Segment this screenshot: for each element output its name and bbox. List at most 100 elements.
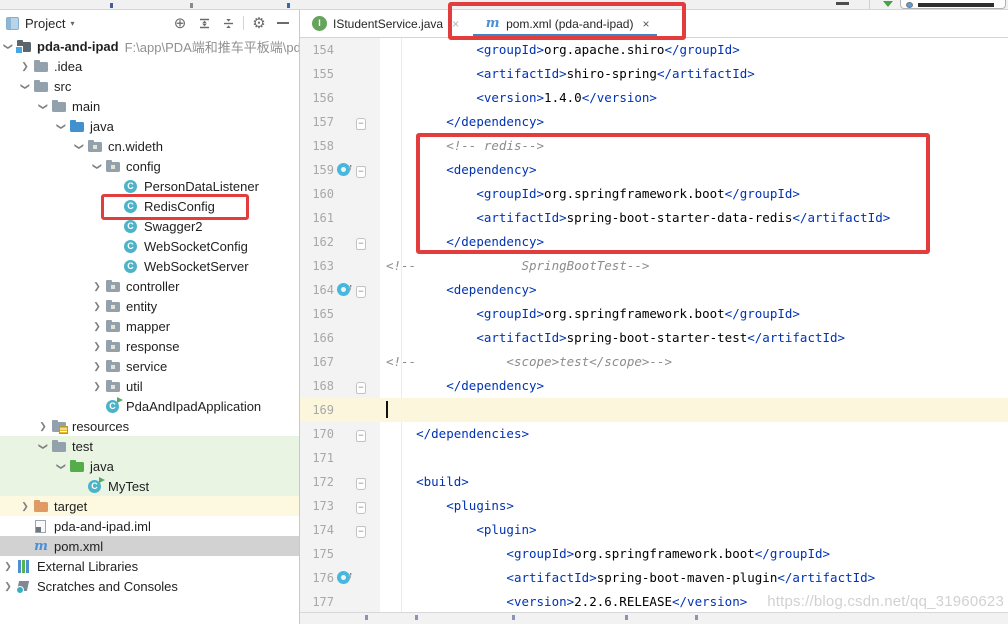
tree-row-websocketserver[interactable]: C WebSocketServer (0, 256, 299, 276)
fold-marker-slot[interactable] (356, 38, 374, 62)
chevron-icon[interactable]: ❯ (38, 98, 49, 114)
fold-marker-slot[interactable]: − (356, 278, 374, 302)
chevron-down-icon[interactable]: ▾ (70, 19, 74, 28)
project-panel-title[interactable]: Project (25, 16, 65, 31)
code-line-160[interactable]: 160 <groupId>org.springframework.boot</g… (300, 182, 1008, 206)
fold-marker-icon[interactable]: − (356, 166, 366, 178)
code-line-171[interactable]: 171 (300, 446, 1008, 470)
fold-marker-slot[interactable]: − (356, 422, 374, 446)
fold-marker-slot[interactable] (356, 86, 374, 110)
fold-marker-slot[interactable] (356, 566, 374, 590)
fold-marker-icon[interactable]: − (356, 118, 366, 130)
fold-marker-slot[interactable] (356, 206, 374, 230)
fold-marker-slot[interactable] (356, 302, 374, 326)
fold-marker-slot[interactable]: − (356, 230, 374, 254)
fold-marker-icon[interactable]: − (356, 286, 366, 298)
expand-all-icon[interactable] (192, 13, 216, 33)
tree-row-entity[interactable]: ❯ entity (0, 296, 299, 316)
fold-marker-slot[interactable]: − (356, 158, 374, 182)
code-line-163[interactable]: 163 <!-- SpringBootTest--> (300, 254, 1008, 278)
tree-row-config[interactable]: ❯ config (0, 156, 299, 176)
chevron-icon[interactable]: ❯ (74, 138, 85, 154)
tree-row-java[interactable]: ❯ java (0, 116, 299, 136)
tree-row-websocketconfig[interactable]: C WebSocketConfig (0, 236, 299, 256)
cropped-minimize-icon[interactable] (836, 2, 849, 5)
chevron-icon[interactable]: ❯ (56, 458, 67, 474)
code-line-170[interactable]: 170− </dependencies> (300, 422, 1008, 446)
tree-row-pda-and-ipad-iml[interactable]: pda-and-ipad.iml (0, 516, 299, 536)
code-line-161[interactable]: 161 <artifactId>spring-boot-starter-data… (300, 206, 1008, 230)
code-line-174[interactable]: 174− <plugin> (300, 518, 1008, 542)
hide-panel-icon[interactable] (271, 13, 295, 33)
tree-row-resources[interactable]: ❯ resources (0, 416, 299, 436)
tree-row-scratches-and-consoles[interactable]: ❯ Scratches and Consoles (0, 576, 299, 596)
chevron-icon[interactable]: ❯ (3, 38, 14, 54)
tree-row-java[interactable]: ❯ java (0, 456, 299, 476)
code-line-159[interactable]: 159− <dependency> (300, 158, 1008, 182)
code-line-164[interactable]: 164− <dependency> (300, 278, 1008, 302)
tree-row-target[interactable]: ❯ target (0, 496, 299, 516)
close-tab-icon[interactable]: × (642, 17, 649, 31)
chevron-icon[interactable]: ❯ (0, 581, 16, 592)
tree-row-response[interactable]: ❯ response (0, 336, 299, 356)
code-editor[interactable]: 154 <groupId>org.apache.shiro</groupId> … (300, 38, 1008, 612)
fold-marker-slot[interactable]: − (356, 494, 374, 518)
fold-marker-icon[interactable]: − (356, 430, 366, 442)
code-line-172[interactable]: 172− <build> (300, 470, 1008, 494)
tree-row-pdaandipadapplication[interactable]: C PdaAndIpadApplication (0, 396, 299, 416)
fold-marker-icon[interactable]: − (356, 502, 366, 514)
chevron-icon[interactable]: ❯ (20, 78, 31, 94)
fold-marker-slot[interactable] (356, 254, 374, 278)
collapse-all-icon[interactable] (216, 13, 240, 33)
tree-row-swagger2[interactable]: C Swagger2 (0, 216, 299, 236)
tree-row-service[interactable]: ❯ service (0, 356, 299, 376)
tree-row-persondatalistener[interactable]: C PersonDataListener (0, 176, 299, 196)
fold-marker-slot[interactable] (356, 398, 374, 422)
fold-marker-slot[interactable] (356, 350, 374, 374)
fold-marker-icon[interactable]: − (356, 478, 366, 490)
tree-row--idea[interactable]: ❯ .idea (0, 56, 299, 76)
fold-marker-slot[interactable] (356, 446, 374, 470)
code-line-176[interactable]: 176 <artifactId>spring-boot-maven-plugin… (300, 566, 1008, 590)
tree-row-external-libraries[interactable]: ❯ External Libraries (0, 556, 299, 576)
chevron-icon[interactable]: ❯ (38, 438, 49, 454)
code-line-168[interactable]: 168− </dependency> (300, 374, 1008, 398)
tree-row-cn-wideth[interactable]: ❯ cn.wideth (0, 136, 299, 156)
tree-row-main[interactable]: ❯ main (0, 96, 299, 116)
code-line-162[interactable]: 162− </dependency> (300, 230, 1008, 254)
tree-row-util[interactable]: ❯ util (0, 376, 299, 396)
fold-marker-icon[interactable]: − (356, 526, 366, 538)
chevron-icon[interactable]: ❯ (89, 361, 105, 372)
tab-istudentservice-java[interactable]: I IStudentService.java × (300, 10, 467, 37)
tree-row-src[interactable]: ❯ src (0, 76, 299, 96)
tree-row-mapper[interactable]: ❯ mapper (0, 316, 299, 336)
fold-marker-slot[interactable] (356, 542, 374, 566)
chevron-icon[interactable]: ❯ (89, 321, 105, 332)
code-line-157[interactable]: 157− </dependency> (300, 110, 1008, 134)
locate-file-icon[interactable]: ⊕ (168, 13, 192, 33)
chevron-icon[interactable]: ❯ (0, 561, 16, 572)
chevron-icon[interactable]: ❯ (17, 501, 33, 512)
navigate-gutter-icon[interactable] (337, 283, 350, 296)
fold-marker-slot[interactable]: − (356, 470, 374, 494)
navigate-gutter-icon[interactable] (337, 571, 350, 584)
code-line-166[interactable]: 166 <artifactId>spring-boot-starter-test… (300, 326, 1008, 350)
tree-row-pda-and-ipad[interactable]: ❯ pda-and-ipad F:\app\PDA端和推车平板端\pda (0, 36, 299, 56)
code-line-175[interactable]: 175 <groupId>org.springframework.boot</g… (300, 542, 1008, 566)
code-line-169[interactable]: 169 (300, 398, 1008, 422)
tree-row-redisconfig[interactable]: C RedisConfig (0, 196, 299, 216)
tree-row-controller[interactable]: ❯ controller (0, 276, 299, 296)
code-line-158[interactable]: 158 <!-- redis--> (300, 134, 1008, 158)
fold-marker-slot[interactable]: − (356, 518, 374, 542)
fold-marker-icon[interactable]: − (356, 382, 366, 394)
cropped-run-config-button[interactable] (900, 0, 1006, 9)
chevron-icon[interactable]: ❯ (89, 341, 105, 352)
chevron-icon[interactable]: ❯ (92, 158, 103, 174)
chevron-icon[interactable]: ❯ (89, 281, 105, 292)
fold-marker-slot[interactable] (356, 182, 374, 206)
navigate-gutter-icon[interactable] (337, 163, 350, 176)
code-line-155[interactable]: 155 <artifactId>shiro-spring</artifactId… (300, 62, 1008, 86)
tree-row-test[interactable]: ❯ test (0, 436, 299, 456)
code-line-165[interactable]: 165 <groupId>org.springframework.boot</g… (300, 302, 1008, 326)
tree-row-pom-xml[interactable]: m pom.xml (0, 536, 299, 556)
